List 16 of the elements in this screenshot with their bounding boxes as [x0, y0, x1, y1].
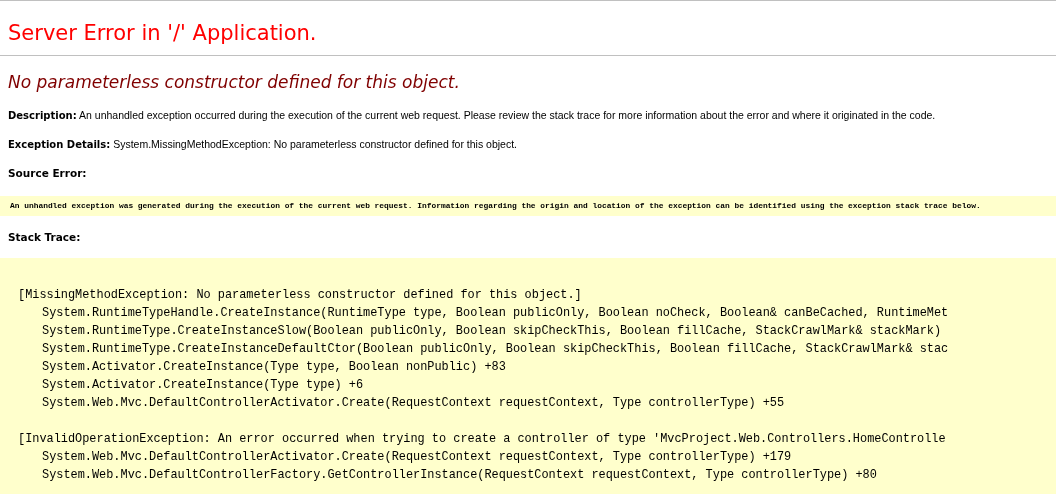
stack-frame: System.Activator.CreateInstance(Type type) +6	[18, 376, 1056, 394]
stack-frame: System.Web.Mvc.DefaultControllerActivator.Create(RequestContext requestContext, Type controllerType) +179	[18, 448, 1056, 466]
stack-frame: System.RuntimeType.CreateInstanceSlow(Boolean publicOnly, Boolean skipCheckThis, Boolean fillCache, StackCrawlMark& stackMark)	[18, 322, 1056, 340]
stack-frame: System.RuntimeType.CreateInstanceDefaultCtor(Boolean publicOnly, Boolean skipCheckThis, Boolean fillCache, StackCrawlMark& stac	[18, 340, 1056, 358]
exception-details-text: Exception Details: System.MissingMethodException: No parameterless constructor defined for this object.	[8, 137, 519, 152]
stack-frame: System.Activator.CreateInstance(Type type, Boolean nonPublic) +83	[18, 358, 1056, 376]
stack-frame: System.Web.Mvc.DefaultControllerActivator.Create(RequestContext requestContext, Type controllerType) +55	[18, 394, 1056, 412]
description-text: Description: An unhandled exception occurred during the execution of the current web request. Please review the stack trace for more information about the error and where it originated in the code.	[8, 108, 937, 123]
page-title: Server Error in '/' Application.	[8, 20, 318, 47]
stack-frame: System.RuntimeTypeHandle.CreateInstance(RuntimeType type, Boolean publicOnly, Boolean noCheck, Boolean& canBeCached, RuntimeMet	[18, 304, 1056, 322]
exception-header: [InvalidOperationException: An error occurred when trying to create a controller of type 'MvcProject.Web.Controllers.HomeControlle	[18, 431, 947, 448]
error-message: No parameterless constructor defined for this object.	[8, 71, 461, 94]
section-label: Source Error:	[8, 166, 88, 180]
exception-header: [MissingMethodException: No parameterless constructor defined for this object.]	[18, 287, 583, 304]
section-label: Stack Trace:	[8, 230, 82, 244]
stack-frame: System.Web.Mvc.DefaultControllerFactory.GetControllerInstance(RequestContext requestContext, Type controllerType) +80	[18, 466, 1056, 484]
